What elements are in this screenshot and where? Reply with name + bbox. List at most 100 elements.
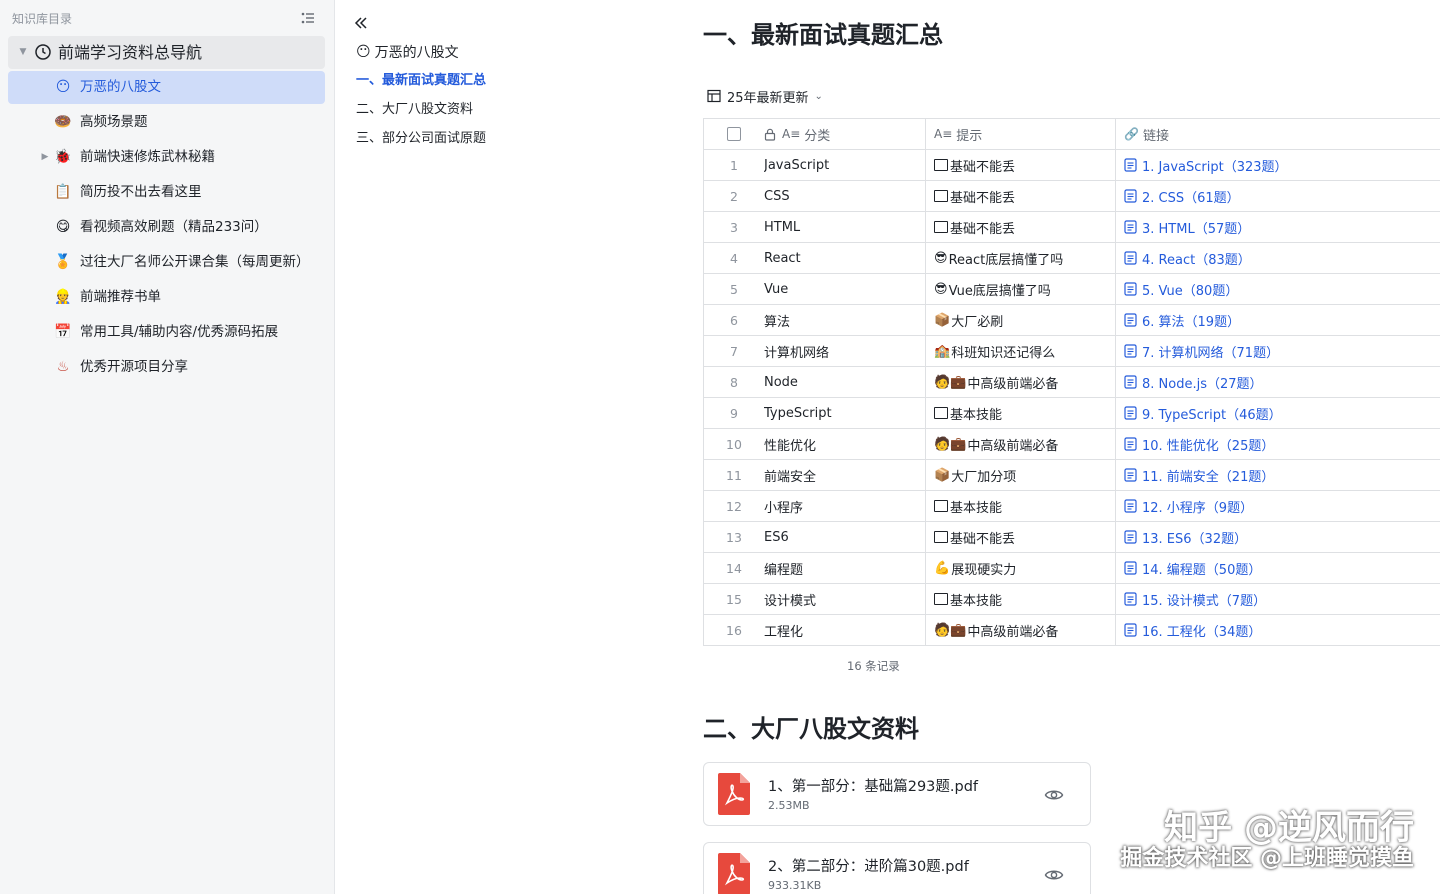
doc-link-cell[interactable]: 6. 算法（19题） — [1115, 305, 1440, 335]
sidebar-item-videos[interactable]: 😋 看视频高效刷题（精品233问） — [8, 211, 325, 244]
header-category[interactable]: A≡ 分类 — [764, 119, 925, 149]
tip-cell[interactable]: 基础不能丢 — [925, 522, 1115, 552]
sidebar-item-tools[interactable]: 📅 常用工具/辅助内容/优秀源码拓展 — [8, 316, 325, 349]
category-cell[interactable]: 工程化 — [764, 615, 925, 645]
caret-down-icon[interactable]: ▼ — [18, 47, 28, 57]
table-row[interactable]: 9 TypeScript 基本技能 9. TypeScript（46题） — [704, 398, 1440, 429]
tip-text: Vue底层搞懂了吗 — [948, 283, 1051, 299]
eye-icon[interactable] — [1044, 865, 1064, 885]
category-cell[interactable]: Node — [764, 367, 925, 397]
table-view-selector[interactable]: 25年最新更新 ⌄ — [707, 86, 823, 106]
table-row[interactable]: 11 前端安全 📦 大厂加分项 11. 前端安全（21题） — [704, 460, 1440, 491]
doc-link-cell[interactable]: 12. 小程序（9题） — [1115, 491, 1440, 521]
category-cell[interactable]: 编程题 — [764, 553, 925, 583]
table-row[interactable]: 15 设计模式 基本技能 15. 设计模式（7题） — [704, 584, 1440, 615]
doc-link-cell[interactable]: 9. TypeScript（46题） — [1115, 398, 1440, 428]
tip-cell[interactable]: 🧑💼 中高级前端必备 — [925, 429, 1115, 459]
category-cell[interactable]: 小程序 — [764, 491, 925, 521]
table-row[interactable]: 16 工程化 🧑💼 中高级前端必备 16. 工程化（34题） — [704, 615, 1440, 646]
tip-emoji-icon: 🧑💼 — [934, 374, 967, 390]
doc-link-cell[interactable]: 2. CSS（61题） — [1115, 181, 1440, 211]
table-row[interactable]: 3 HTML 基础不能丢 3. HTML（57题） — [704, 212, 1440, 243]
tip-cell[interactable]: 😎 React底层搞懂了吗 — [925, 243, 1115, 273]
tip-cell[interactable]: 基础不能丢 — [925, 150, 1115, 180]
sidebar-item-scenarios[interactable]: 🍩 高频场景题 — [8, 106, 325, 139]
category-cell[interactable]: 性能优化 — [764, 429, 925, 459]
category-cell[interactable]: HTML — [764, 212, 925, 242]
outline-title[interactable]: 😶 万恶的八股文 — [356, 42, 459, 62]
sidebar-item-books[interactable]: 👷 前端推荐书单 — [8, 281, 325, 314]
doc-link-cell[interactable]: 16. 工程化（34题） — [1115, 615, 1440, 645]
table-row[interactable]: 4 React 😎 React底层搞懂了吗 4. React（83题） — [704, 243, 1440, 274]
category-cell[interactable]: 前端安全 — [764, 460, 925, 490]
tip-cell[interactable]: 基本技能 — [925, 398, 1115, 428]
category-cell[interactable]: TypeScript — [764, 398, 925, 428]
neutral-face-icon: 😶 — [356, 44, 371, 60]
tip-cell[interactable]: 💪 展现硬实力 — [925, 553, 1115, 583]
doc-link-cell[interactable]: 4. React（83题） — [1115, 243, 1440, 273]
table-row[interactable]: 12 小程序 基本技能 12. 小程序（9题） — [704, 491, 1440, 522]
table-row[interactable]: 6 算法 📦 大厂必刷 6. 算法（19题） — [704, 305, 1440, 336]
doc-link-cell[interactable]: 14. 编程题（50题） — [1115, 553, 1440, 583]
yum-face-icon: 😋 — [55, 219, 71, 235]
sidebar-item-opensource[interactable]: ♨ 优秀开源项目分享 — [8, 351, 325, 384]
table-row[interactable]: 8 Node 🧑💼 中高级前端必备 8. Node.js（27题） — [704, 367, 1440, 398]
table-row[interactable]: 13 ES6 基础不能丢 13. ES6（32题） — [704, 522, 1440, 553]
text-field-icon: A≡ — [782, 127, 801, 141]
category-cell[interactable]: ES6 — [764, 522, 925, 552]
list-collapse-icon[interactable] — [300, 10, 316, 26]
table-row[interactable]: 7 计算机网络 🏫 科班知识还记得么 7. 计算机网络（71题） — [704, 336, 1440, 367]
tip-cell[interactable]: 基本技能 — [925, 584, 1115, 614]
tip-cell[interactable]: 🏫 科班知识还记得么 — [925, 336, 1115, 366]
table-row[interactable]: 5 Vue 😎 Vue底层搞懂了吗 5. Vue（80题） — [704, 274, 1440, 305]
doc-link-cell[interactable]: 13. ES6（32题） — [1115, 522, 1440, 552]
tip-cell[interactable]: 基础不能丢 — [925, 212, 1115, 242]
tip-cell[interactable]: 📦 大厂必刷 — [925, 305, 1115, 335]
table-row[interactable]: 10 性能优化 🧑💼 中高级前端必备 10. 性能优化（25题） — [704, 429, 1440, 460]
sidebar-item-secrets[interactable]: ▶ 🐞 前端快速修炼武林秘籍 — [8, 141, 325, 174]
sidebar-item-bagu[interactable]: 😶 万恶的八股文 — [8, 71, 325, 104]
outline-item-3[interactable]: 三、部分公司面试原题 — [356, 129, 486, 149]
file-card[interactable]: 2、第二部分：进阶篇30题.pdf 933.31KB — [703, 842, 1091, 894]
category-cell[interactable]: React — [764, 243, 925, 273]
table-row[interactable]: 14 编程题 💪 展现硬实力 14. 编程题（50题） — [704, 553, 1440, 584]
sidebar-root-item[interactable]: ▼ 前端学习资料总导航 — [8, 36, 325, 69]
tip-cell[interactable]: 🧑💼 中高级前端必备 — [925, 367, 1115, 397]
file-card[interactable]: 1、第一部分：基础篇293题.pdf 2.53MB — [703, 762, 1091, 826]
tip-cell[interactable]: 😎 Vue底层搞懂了吗 — [925, 274, 1115, 304]
double-chevron-left-icon[interactable] — [352, 14, 370, 32]
watermark-line-1: 知乎 @逆风而行 — [1164, 808, 1414, 849]
tip-cell[interactable]: 📦 大厂加分项 — [925, 460, 1115, 490]
caret-right-icon[interactable]: ▶ — [40, 152, 50, 162]
select-all-checkbox[interactable] — [727, 127, 741, 141]
document-icon — [1124, 375, 1137, 389]
header-link[interactable]: 🔗 链接 — [1115, 119, 1440, 149]
doc-link-cell[interactable]: 10. 性能优化（25题） — [1115, 429, 1440, 459]
category-cell[interactable]: 算法 — [764, 305, 925, 335]
category-cell[interactable]: CSS — [764, 181, 925, 211]
outline-item-2[interactable]: 二、大厂八股文资料 — [356, 100, 473, 120]
doc-link-cell[interactable]: 3. HTML（57题） — [1115, 212, 1440, 242]
sidebar-item-resume[interactable]: 📋 简历投不出去看这里 — [8, 176, 325, 209]
table-row[interactable]: 1 JavaScript 基础不能丢 1. JavaScript（323题） — [704, 150, 1440, 181]
header-tip[interactable]: A≡ 提示 — [925, 119, 1115, 149]
row-index: 1 — [730, 157, 738, 173]
doc-link-cell[interactable]: 8. Node.js（27题） — [1115, 367, 1440, 397]
checkbox-square-icon — [934, 531, 948, 543]
eye-icon[interactable] — [1044, 785, 1064, 805]
tip-cell[interactable]: 基础不能丢 — [925, 181, 1115, 211]
doc-link-cell[interactable]: 7. 计算机网络（71题） — [1115, 336, 1440, 366]
category-cell[interactable]: Vue — [764, 274, 925, 304]
tip-cell[interactable]: 🧑💼 中高级前端必备 — [925, 615, 1115, 645]
doc-link-cell[interactable]: 11. 前端安全（21题） — [1115, 460, 1440, 490]
tip-cell[interactable]: 基本技能 — [925, 491, 1115, 521]
outline-item-1[interactable]: 一、最新面试真题汇总 — [356, 71, 486, 91]
category-cell[interactable]: 计算机网络 — [764, 336, 925, 366]
doc-link-cell[interactable]: 5. Vue（80题） — [1115, 274, 1440, 304]
sidebar-item-courses[interactable]: 🏅 过往大厂名师公开课合集（每周更新） — [8, 246, 325, 279]
category-cell[interactable]: 设计模式 — [764, 584, 925, 614]
table-row[interactable]: 2 CSS 基础不能丢 2. CSS（61题） — [704, 181, 1440, 212]
doc-link-cell[interactable]: 15. 设计模式（7题） — [1115, 584, 1440, 614]
category-cell[interactable]: JavaScript — [764, 150, 925, 180]
doc-link-cell[interactable]: 1. JavaScript（323题） — [1115, 150, 1440, 180]
